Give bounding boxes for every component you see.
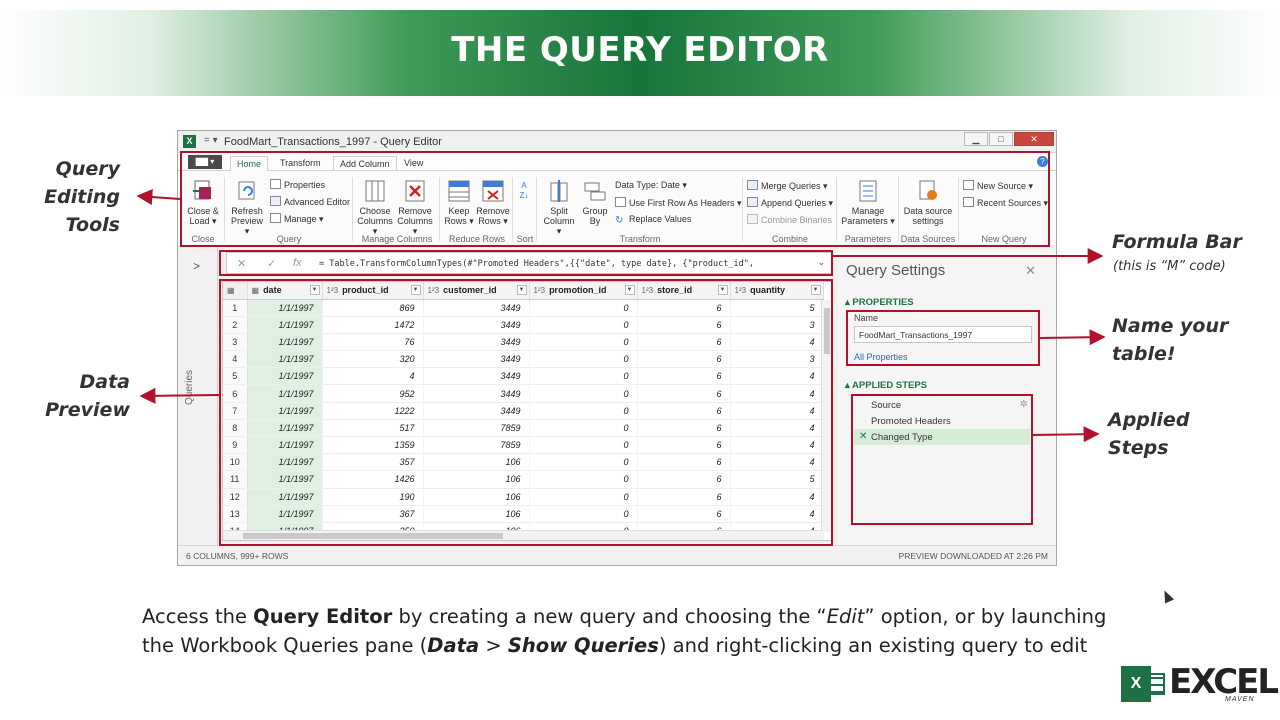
slide-title: THE QUERY EDITOR bbox=[451, 30, 829, 70]
quick-access-toolbar[interactable]: = ▾ bbox=[204, 135, 218, 146]
queries-label: Queries bbox=[184, 369, 195, 405]
minimize-button[interactable]: ▁ bbox=[964, 132, 988, 146]
queries-nav-pane[interactable]: > Queries bbox=[178, 245, 218, 545]
excel-maven-logo: X EXCEL MAVEN bbox=[1121, 662, 1279, 704]
logo-x-badge: X bbox=[1121, 666, 1151, 702]
name-table-highlight bbox=[846, 310, 1040, 366]
title-banner: THE QUERY EDITOR bbox=[0, 10, 1280, 96]
data-preview-highlight bbox=[219, 279, 833, 546]
formula-bar-highlight bbox=[219, 250, 833, 276]
callout-formula-bar-sub: (this is “M” code) bbox=[1113, 259, 1226, 274]
applied-steps-highlight bbox=[851, 394, 1033, 525]
applied-steps-header[interactable]: ▴ APPLIED STEPS bbox=[845, 380, 927, 391]
arrow-query-tools bbox=[136, 189, 181, 206]
mouse-cursor-icon bbox=[1159, 588, 1175, 604]
query-settings-title: Query Settings bbox=[846, 262, 946, 279]
expand-queries-icon[interactable]: > bbox=[193, 259, 200, 273]
callout-applied-steps: Applied Steps bbox=[1108, 409, 1190, 459]
status-bar: 6 COLUMNS, 999+ ROWS PREVIEW DOWNLOADED … bbox=[178, 545, 1056, 565]
close-window-button[interactable]: ✕ bbox=[1014, 132, 1054, 146]
logo-subtitle: MAVEN bbox=[1225, 696, 1255, 703]
properties-header[interactable]: ▴ PROPERTIES bbox=[845, 297, 914, 308]
window-titlebar: X = ▾ FoodMart_Transactions_1997 - Query… bbox=[178, 131, 1056, 153]
slide: THE QUERY EDITOR X = ▾ FoodMart_Transact… bbox=[0, 0, 1280, 720]
status-preview-time: PREVIEW DOWNLOADED AT 2:26 PM bbox=[898, 551, 1048, 561]
callout-name-your-table: Name your table! bbox=[1112, 315, 1229, 365]
excel-app-icon: X bbox=[183, 135, 196, 148]
maximize-button[interactable]: □ bbox=[989, 132, 1013, 146]
logo-grid-icon bbox=[1151, 673, 1165, 695]
callout-data-preview: Data Preview bbox=[45, 371, 130, 421]
window-title: FoodMart_Transactions_1997 - Query Edito… bbox=[224, 136, 442, 148]
status-columns-rows: 6 COLUMNS, 999+ ROWS bbox=[186, 551, 289, 561]
slide-caption: Access the Query Editor by creating a ne… bbox=[142, 605, 1107, 657]
logo-wordmark: EXCEL bbox=[1169, 662, 1279, 702]
query-editing-tools-highlight bbox=[180, 151, 1050, 247]
callout-formula-bar: Formula Bar bbox=[1112, 231, 1242, 253]
callout-query-editing-tools: Query Editing Tools bbox=[44, 158, 120, 236]
query-settings-close-icon[interactable]: ✕ bbox=[1025, 263, 1036, 279]
